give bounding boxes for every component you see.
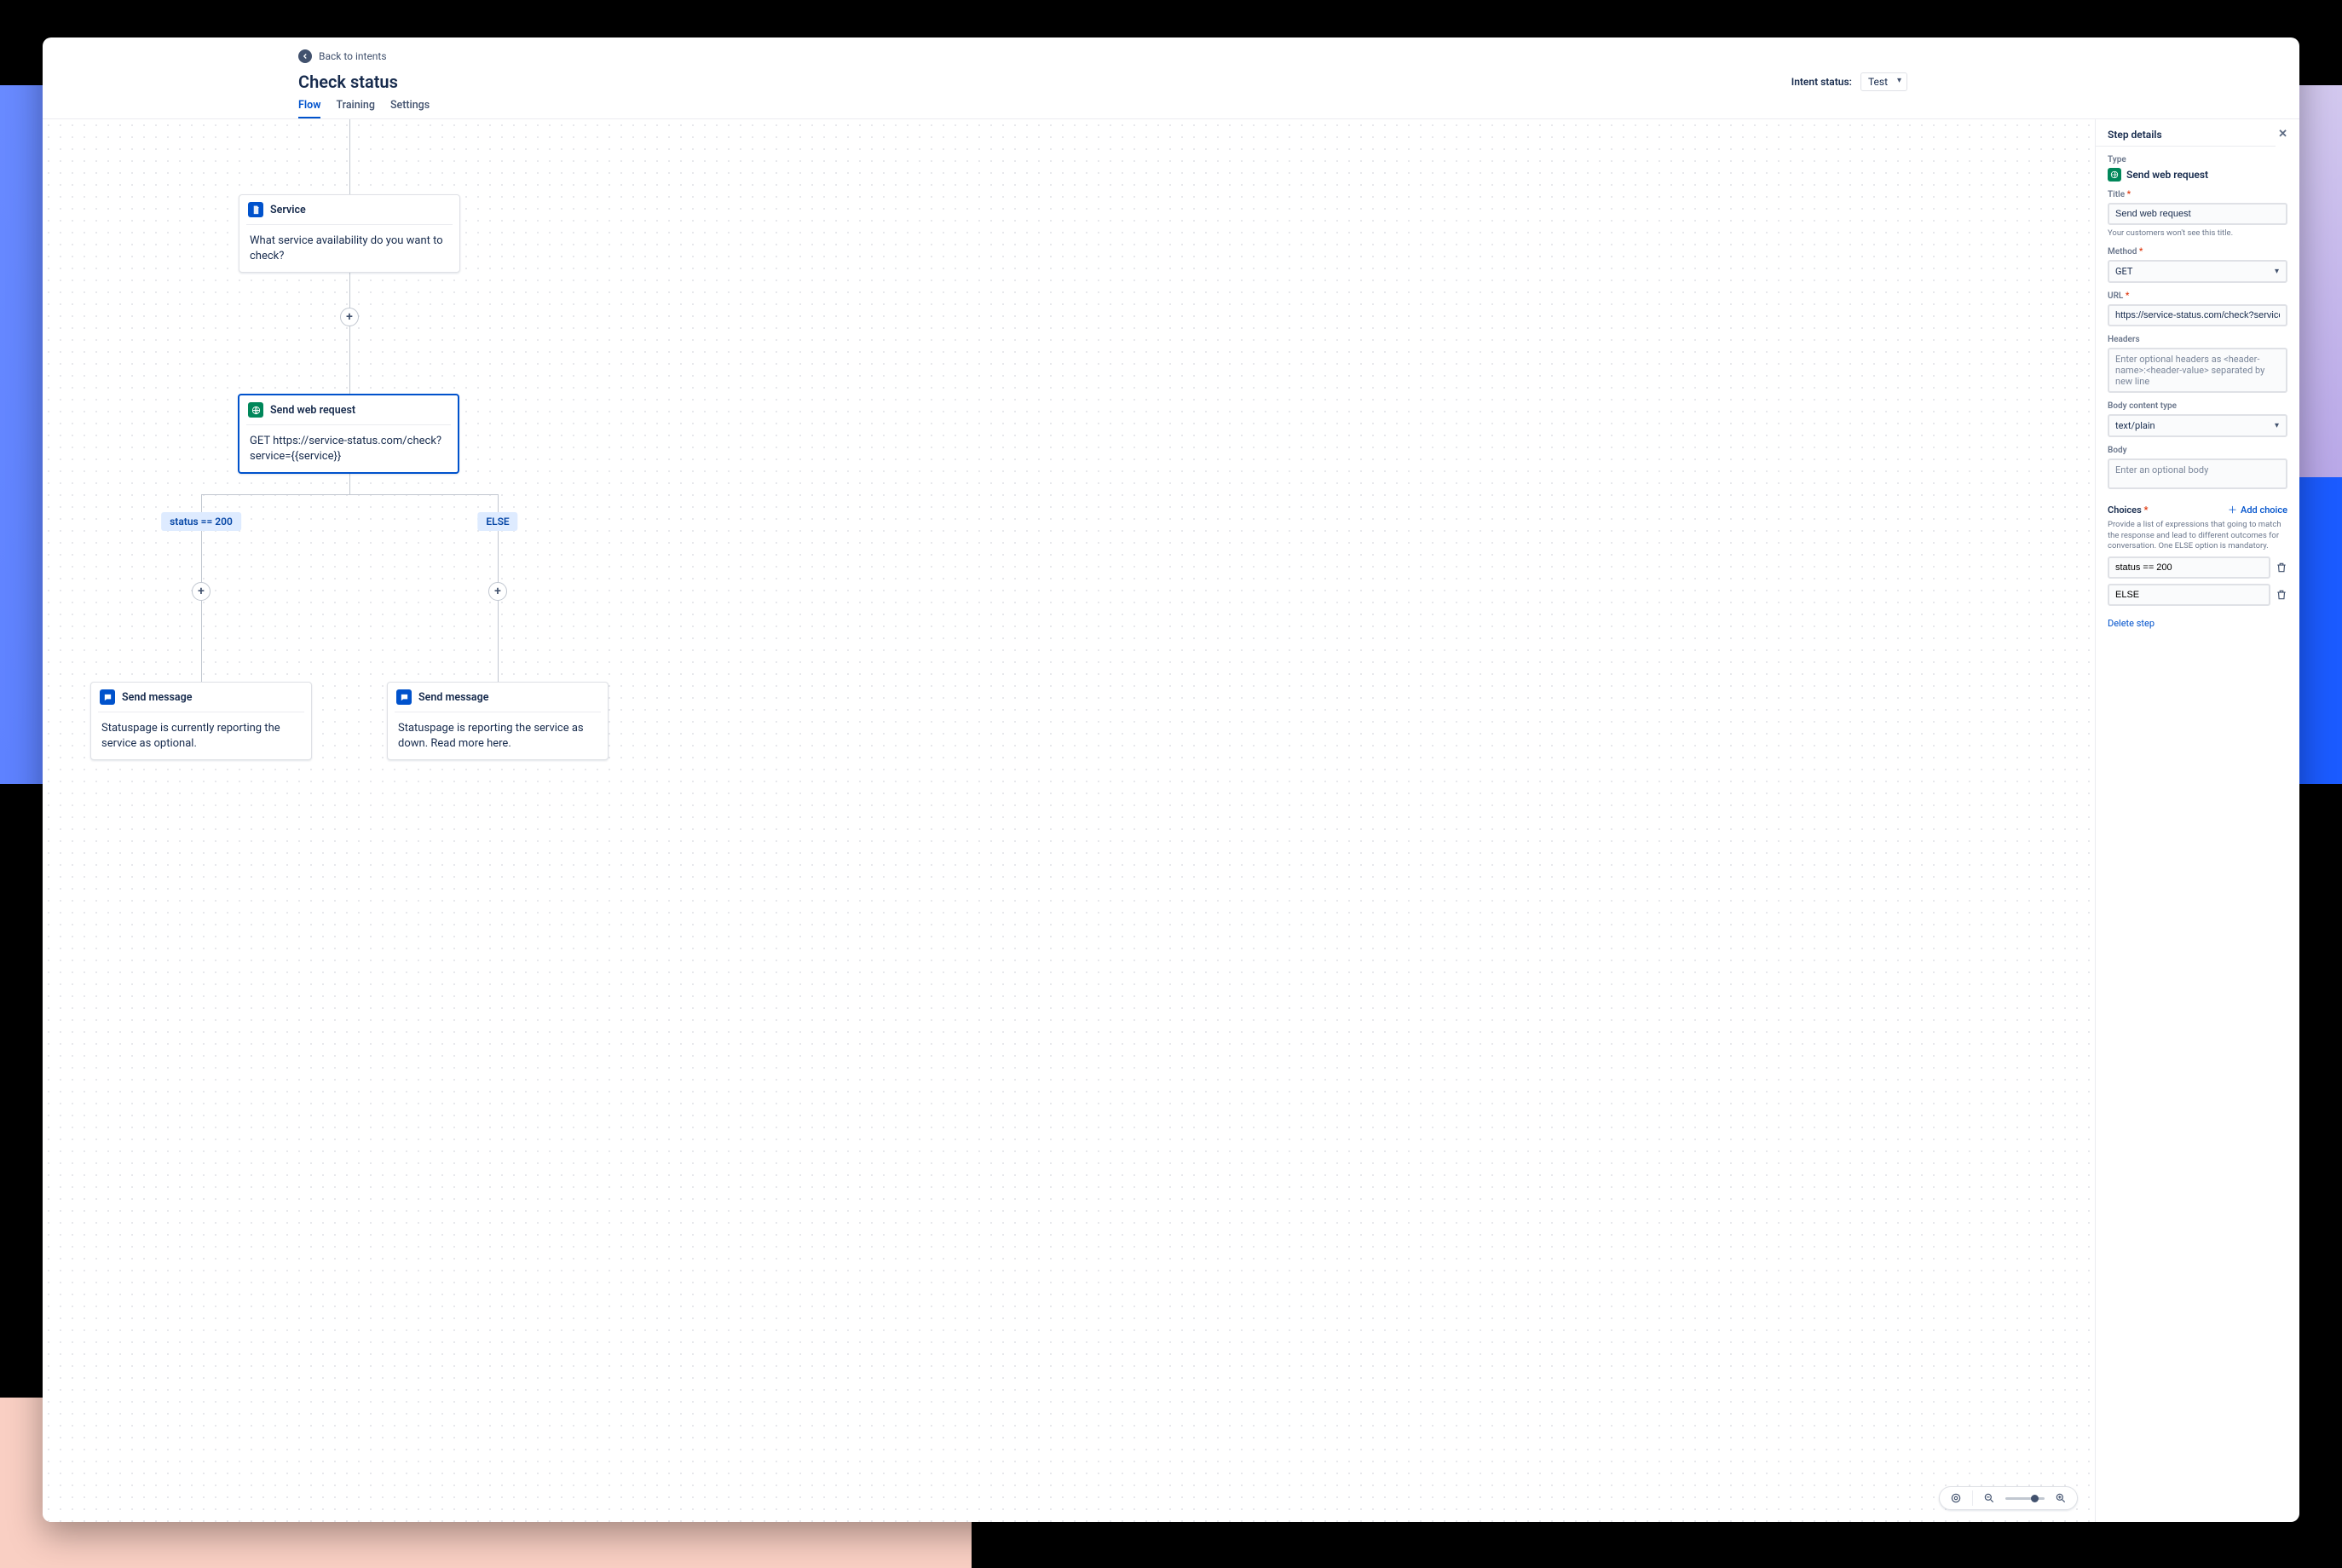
choices-label: Choices — [2108, 504, 2148, 516]
choice-row — [2108, 584, 2287, 606]
headers-field[interactable]: Enter optional headers as <header-name>:… — [2108, 348, 2287, 393]
tab-training[interactable]: Training — [336, 99, 375, 118]
node-body: GET https://service-status.com/check?ser… — [239, 425, 458, 472]
app-window: Back to intents Check status Intent stat… — [43, 37, 2299, 1522]
title-field-label: Title — [2108, 190, 2287, 199]
connector — [349, 119, 350, 194]
node-title: Send message — [122, 691, 192, 704]
close-icon[interactable]: ✕ — [2278, 128, 2287, 141]
trash-icon[interactable] — [2276, 562, 2287, 574]
flow-canvas[interactable]: + + + status == 200 ELSE Service What se… — [43, 119, 2095, 1522]
add-step-button[interactable]: + — [488, 582, 507, 601]
add-choice-label: Add choice — [2241, 504, 2287, 516]
page-header: Back to intents Check status Intent stat… — [43, 37, 2299, 119]
zoom-out-icon[interactable] — [1981, 1490, 1997, 1506]
choices-help: Provide a list of expressions that going… — [2108, 520, 2287, 551]
branch-condition-right[interactable]: ELSE — [477, 512, 517, 531]
choice-row — [2108, 556, 2287, 579]
step-details-panel: Step details ✕ Type Send web request Tit… — [2095, 119, 2299, 1522]
back-label: Back to intents — [319, 50, 387, 62]
zoom-toolbar — [1939, 1486, 2078, 1510]
node-send-web-request[interactable]: Send web request GET https://service-sta… — [238, 394, 459, 474]
back-to-intents[interactable]: Back to intents — [298, 49, 2274, 63]
body-label: Body — [2108, 446, 2287, 455]
trash-icon[interactable] — [2276, 589, 2287, 601]
tab-settings[interactable]: Settings — [390, 99, 430, 118]
add-choice-button[interactable]: ＋ Add choice — [2228, 503, 2287, 516]
body-type-value: text/plain — [2115, 420, 2155, 431]
method-value: GET — [2115, 266, 2132, 277]
node-body: Statuspage is currently reporting the se… — [91, 712, 311, 759]
connector — [349, 317, 350, 394]
tab-flow[interactable]: Flow — [298, 99, 320, 118]
node-title: Send web request — [270, 404, 355, 417]
choice-input[interactable] — [2108, 556, 2270, 579]
zoom-slider-track[interactable] — [2005, 1497, 2045, 1500]
add-step-button[interactable]: + — [340, 308, 359, 326]
choice-input[interactable] — [2108, 584, 2270, 606]
url-label: URL — [2108, 291, 2287, 301]
method-label: Method — [2108, 247, 2287, 257]
delete-step-link[interactable]: Delete step — [2108, 618, 2155, 629]
body-type-label: Body content type — [2108, 401, 2287, 411]
tabs: Flow Training Settings — [298, 99, 2274, 118]
intent-status-select[interactable]: Test — [1860, 72, 1907, 91]
node-body: Statuspage is reporting the service as d… — [388, 712, 608, 759]
node-send-message-left[interactable]: Send message Statuspage is currently rep… — [90, 682, 312, 760]
zoom-slider-thumb[interactable] — [2031, 1495, 2039, 1502]
node-title: Service — [270, 204, 306, 216]
intent-status-label: Intent status: — [1791, 76, 1852, 88]
connector — [201, 494, 498, 495]
body-field[interactable]: Enter an optional body — [2108, 458, 2287, 489]
web-request-icon — [2108, 168, 2121, 182]
recenter-icon[interactable] — [1948, 1490, 1964, 1506]
method-select[interactable]: GET — [2108, 260, 2287, 283]
chat-icon — [396, 689, 412, 705]
web-request-icon — [248, 402, 263, 418]
node-title: Send message — [418, 691, 488, 704]
node-body: What service availability do you want to… — [239, 225, 459, 272]
chat-icon — [100, 689, 115, 705]
arrow-left-icon — [298, 49, 312, 63]
zoom-in-icon[interactable] — [2053, 1490, 2068, 1506]
connector — [349, 472, 350, 494]
url-field[interactable] — [2108, 304, 2287, 326]
branch-condition-left[interactable]: status == 200 — [161, 512, 241, 531]
type-label: Type — [2108, 155, 2287, 164]
body-type-select[interactable]: text/plain — [2108, 414, 2287, 437]
node-service[interactable]: Service What service availability do you… — [239, 194, 460, 273]
title-help: Your customers won't see this title. — [2108, 228, 2287, 239]
panel-title: Step details — [2108, 129, 2162, 141]
add-step-button[interactable]: + — [192, 582, 211, 601]
intent-status-value: Test — [1868, 76, 1888, 88]
node-send-message-right[interactable]: Send message Statuspage is reporting the… — [387, 682, 609, 760]
plus-icon: ＋ — [2228, 503, 2237, 516]
type-value: Send web request — [2126, 169, 2208, 181]
title-field[interactable] — [2108, 203, 2287, 225]
document-icon — [248, 202, 263, 217]
page-title: Check status — [298, 72, 398, 92]
headers-label: Headers — [2108, 335, 2287, 344]
